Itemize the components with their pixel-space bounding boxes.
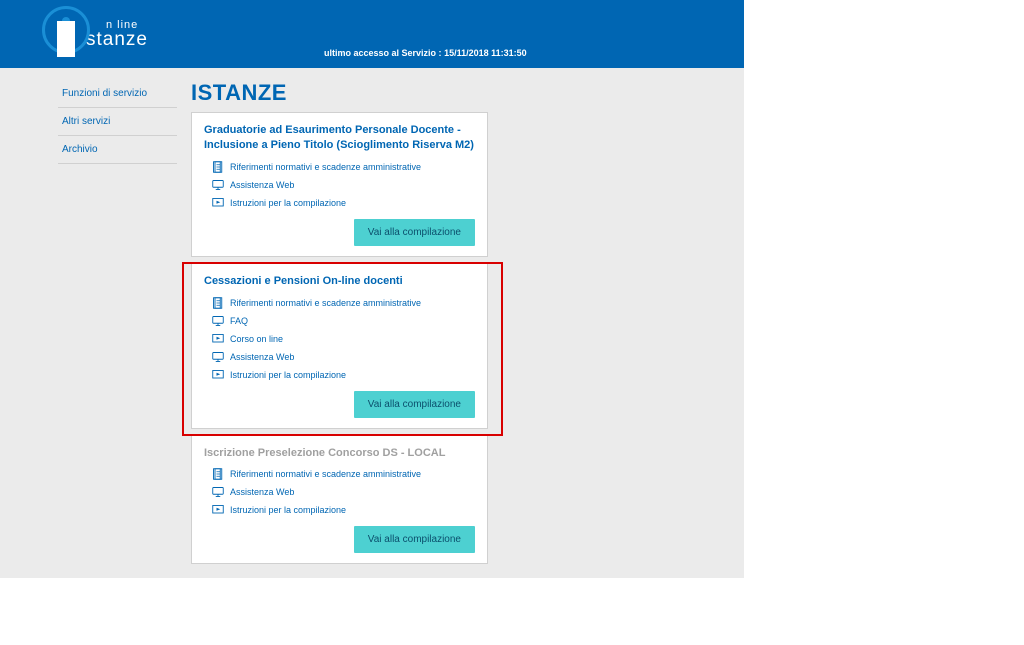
sidebar: Funzioni di servizio Altri servizi Archi… xyxy=(0,72,185,578)
monitor-icon xyxy=(212,315,224,327)
card-link-label: Assistenza Web xyxy=(230,487,294,497)
card-link-label: Istruzioni per la compilazione xyxy=(230,370,346,380)
card-link-label: Istruzioni per la compilazione xyxy=(230,505,346,515)
logo-line2: stanze xyxy=(86,29,148,51)
last-access: ultimo accesso al Servizio : 15/11/2018 … xyxy=(324,48,527,58)
istanza-card: Iscrizione Preselezione Concorso DS - LO… xyxy=(191,435,488,565)
document-icon xyxy=(212,161,224,173)
sidebar-item-funzioni[interactable]: Funzioni di servizio xyxy=(58,80,177,108)
card-link-label: FAQ xyxy=(230,316,248,326)
monitor-icon xyxy=(212,351,224,363)
logo: n line stanze xyxy=(42,6,148,54)
last-access-label: ultimo accesso al Servizio : xyxy=(324,48,442,58)
play-icon xyxy=(212,369,224,381)
compile-button[interactable]: Vai alla compilazione xyxy=(354,391,475,418)
card-link[interactable]: Riferimenti normativi e scadenze amminis… xyxy=(204,297,475,309)
main: ISTANZE Graduatorie ad Esaurimento Perso… xyxy=(185,72,744,578)
monitor-icon xyxy=(212,179,224,191)
card-link[interactable]: FAQ xyxy=(204,315,475,327)
sidebar-item-altri-servizi[interactable]: Altri servizi xyxy=(58,108,177,136)
card-action: Vai alla compilazione xyxy=(204,526,475,553)
monitor-icon xyxy=(212,486,224,498)
card-link[interactable]: Istruzioni per la compilazione xyxy=(204,504,475,516)
card-action: Vai alla compilazione xyxy=(204,391,475,418)
card-title: Cessazioni e Pensioni On-line docenti xyxy=(204,274,475,289)
card-link[interactable]: Riferimenti normativi e scadenze amminis… xyxy=(204,161,475,173)
card-link-label: Corso on line xyxy=(230,334,283,344)
card-link-label: Assistenza Web xyxy=(230,352,294,362)
play-icon xyxy=(212,197,224,209)
sidebar-item-archivio[interactable]: Archivio xyxy=(58,136,177,164)
cards-container: Graduatorie ad Esaurimento Personale Doc… xyxy=(191,112,488,564)
card-link-label: Riferimenti normativi e scadenze amminis… xyxy=(230,162,421,172)
card-link[interactable]: Riferimenti normativi e scadenze amminis… xyxy=(204,468,475,480)
card-link-label: Assistenza Web xyxy=(230,180,294,190)
card-action: Vai alla compilazione xyxy=(204,219,475,246)
play-icon xyxy=(212,504,224,516)
card-link-label: Istruzioni per la compilazione xyxy=(230,198,346,208)
istanza-card: Cessazioni e Pensioni On-line docenti Rif… xyxy=(191,263,488,429)
card-link[interactable]: Istruzioni per la compilazione xyxy=(204,197,475,209)
card-link-label: Riferimenti normativi e scadenze amminis… xyxy=(230,469,421,479)
document-icon xyxy=(212,297,224,309)
card-link[interactable]: Assistenza Web xyxy=(204,486,475,498)
last-access-value: 15/11/2018 11:31:50 xyxy=(444,48,527,58)
card-title: Graduatorie ad Esaurimento Personale Doc… xyxy=(204,123,475,153)
card-link-label: Riferimenti normativi e scadenze amminis… xyxy=(230,298,421,308)
logo-text: n line stanze xyxy=(86,19,148,51)
play-icon xyxy=(212,333,224,345)
document-icon xyxy=(212,468,224,480)
logo-circle-icon xyxy=(42,6,90,54)
card-link[interactable]: Istruzioni per la compilazione xyxy=(204,369,475,381)
card-link[interactable]: Corso on line xyxy=(204,333,475,345)
istanza-card: Graduatorie ad Esaurimento Personale Doc… xyxy=(191,112,488,257)
compile-button[interactable]: Vai alla compilazione xyxy=(354,526,475,553)
card-link[interactable]: Assistenza Web xyxy=(204,351,475,363)
card-title: Iscrizione Preselezione Concorso DS - LO… xyxy=(204,446,475,461)
card-link[interactable]: Assistenza Web xyxy=(204,179,475,191)
compile-button[interactable]: Vai alla compilazione xyxy=(354,219,475,246)
page-title: ISTANZE xyxy=(191,80,736,106)
header: n line stanze ultimo accesso al Servizio… xyxy=(0,0,744,68)
